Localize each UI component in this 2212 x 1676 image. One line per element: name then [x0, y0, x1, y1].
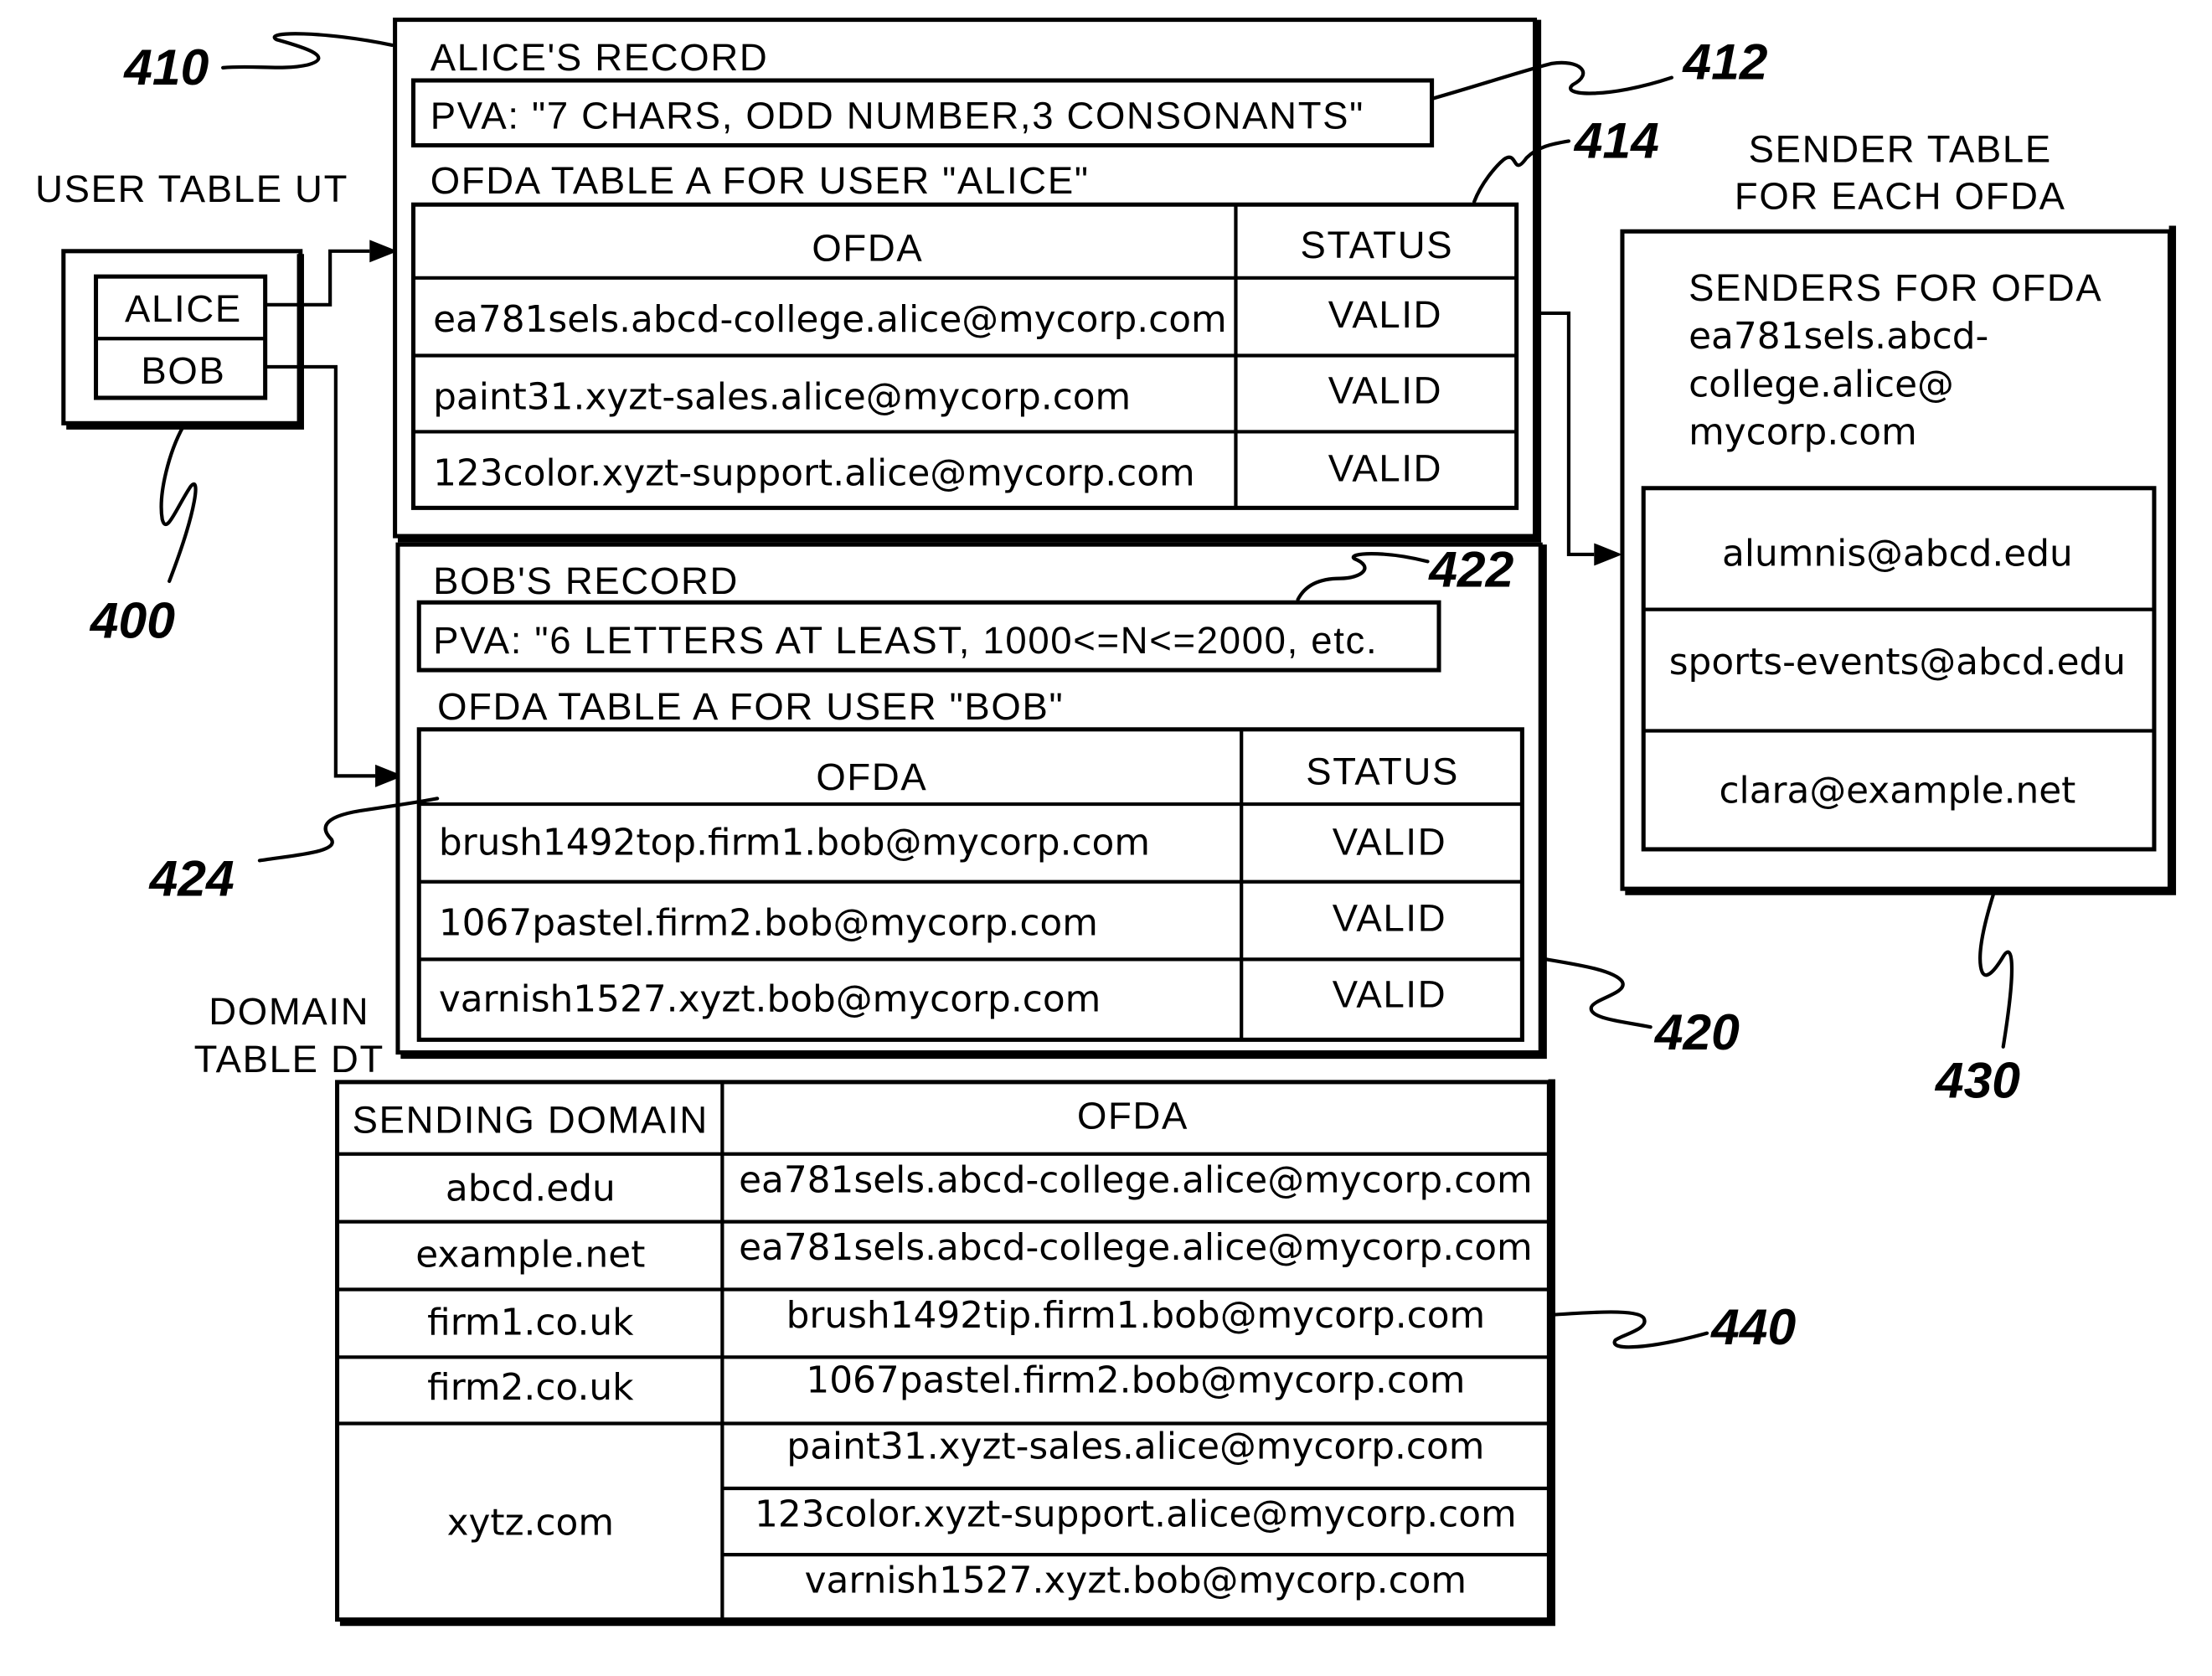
- domain-col-ofda: OFDA: [1077, 1094, 1188, 1137]
- alice-status-cell: VALID: [1328, 446, 1442, 489]
- sender-heading-line: ea781sels.abcd-: [1689, 315, 1988, 358]
- domain-table-title-line1: DOMAIN: [209, 990, 369, 1033]
- leader-400: [159, 424, 198, 584]
- ref-440: 440: [1710, 1298, 1796, 1355]
- sender-entry: clara@example.net: [1719, 769, 2075, 812]
- sender-table: SENDER TABLE FOR EACH OFDA SENDERS FOR O…: [1620, 128, 2177, 895]
- leader-420: [1544, 957, 1653, 1029]
- sender-entry: alumnis@abcd.edu: [1722, 532, 2073, 575]
- sender-heading-line: mycorp.com: [1689, 411, 1917, 454]
- bob-pva-text: PVA: "6 LETTERS AT LEAST, 1000<=N<=2000,…: [433, 619, 1378, 662]
- alice-ofda-cell: 123color.xyzt-support.alice@mycorp.com: [433, 451, 1195, 494]
- sender-heading-line: SENDERS FOR OFDA: [1689, 266, 2102, 309]
- domain-cell: abcd.edu: [446, 1167, 616, 1209]
- bob-table-title: OFDA TABLE A FOR USER "BOB": [437, 685, 1064, 728]
- domain-ofda-cell: brush1492tip.firm1.bob@mycorp.com: [786, 1294, 1486, 1337]
- ref-430: 430: [1935, 1051, 2020, 1108]
- user-entry-alice[interactable]: ALICE: [125, 287, 242, 330]
- alice-col-status: STATUS: [1301, 224, 1454, 266]
- bob-ofda-cell: 1067pastel.firm2.bob@mycorp.com: [439, 902, 1098, 945]
- domain-ofda-cell: 123color.xyzt-support.alice@mycorp.com: [755, 1493, 1517, 1535]
- ref-400: 400: [90, 591, 175, 648]
- alice-record: ALICE'S RECORD PVA: "7 CHARS, ODD NUMBER…: [393, 18, 1542, 543]
- sender-table-title-line1: SENDER TABLE: [1749, 128, 2052, 171]
- leader-410: [221, 32, 394, 70]
- bob-ofda-cell: brush1492top.firm1.bob@mycorp.com: [439, 822, 1150, 864]
- domain-table-title-line2: TABLE DT: [194, 1038, 384, 1080]
- ref-414: 414: [1574, 112, 1659, 169]
- alice-ofda-cell: paint31.xyzt-sales.alice@mycorp.com: [433, 375, 1131, 418]
- ref-412: 412: [1682, 33, 1767, 90]
- user-entry-bob[interactable]: BOB: [141, 349, 225, 392]
- alice-col-ofda: OFDA: [812, 227, 923, 270]
- alice-status-cell: VALID: [1328, 293, 1442, 336]
- user-table-title: USER TABLE UT: [35, 168, 348, 210]
- sender-heading-line: college.alice@: [1689, 363, 1954, 405]
- domain-col-sending-domain: SENDING DOMAIN: [353, 1099, 709, 1142]
- domain-cell: firm2.co.uk: [427, 1366, 634, 1409]
- patent-figure: USER TABLE UT ALICE BOB ALICE'S RECORD P…: [35, 18, 2177, 1627]
- sender-entry: sports-events@abcd.edu: [1669, 641, 2126, 683]
- domain-cell: example.net: [415, 1234, 645, 1276]
- bob-record: BOB'S RECORD PVA: "6 LETTERS AT LEAST, 1…: [395, 542, 1547, 1060]
- leader-430: [1978, 892, 2014, 1049]
- bob-ofda-cell: varnish1527.xyzt.bob@mycorp.com: [439, 978, 1101, 1021]
- ref-420: 420: [1654, 1003, 1740, 1060]
- ref-422: 422: [1428, 541, 1513, 598]
- domain-ofda-cell: 1067pastel.firm2.bob@mycorp.com: [806, 1359, 1465, 1401]
- bob-status-cell: VALID: [1333, 897, 1446, 940]
- domain-ofda-cell: paint31.xyzt-sales.alice@mycorp.com: [786, 1426, 1484, 1468]
- bob-status-cell: VALID: [1333, 821, 1446, 864]
- bob-col-status: STATUS: [1306, 750, 1459, 792]
- sender-table-title-line2: FOR EACH OFDA: [1735, 174, 2066, 217]
- bob-record-title: BOB'S RECORD: [433, 560, 739, 602]
- domain-ofda-cell: ea781sels.abcd-college.alice@mycorp.com: [739, 1226, 1533, 1269]
- user-table: USER TABLE UT ALICE BOB: [35, 168, 348, 430]
- alice-status-cell: VALID: [1328, 369, 1442, 412]
- leader-440: [1549, 1310, 1709, 1349]
- domain-ofda-cell: ea781sels.abcd-college.alice@mycorp.com: [739, 1158, 1533, 1201]
- domain-cell: firm1.co.uk: [427, 1301, 634, 1343]
- domain-ofda-cell: varnish1527.xyzt.bob@mycorp.com: [805, 1560, 1467, 1602]
- ref-424: 424: [149, 850, 235, 907]
- alice-pva-text: PVA: "7 CHARS, ODD NUMBER,3 CONSONANTS": [431, 94, 1364, 137]
- alice-ofda-cell: ea781sels.abcd-college.alice@mycorp.com: [433, 298, 1227, 341]
- alice-record-title: ALICE'S RECORD: [431, 36, 769, 79]
- ref-410: 410: [123, 39, 209, 95]
- domain-table: DOMAIN TABLE DT SENDING DOMAIN OFDA abcd…: [194, 990, 1555, 1627]
- bob-status-cell: VALID: [1333, 973, 1446, 1016]
- sender-arrow-icon: [1594, 543, 1622, 566]
- bob-col-ofda: OFDA: [816, 755, 927, 798]
- domain-cell: xytz.com: [447, 1502, 614, 1544]
- alice-table-title: OFDA TABLE A FOR USER "ALICE": [431, 159, 1090, 202]
